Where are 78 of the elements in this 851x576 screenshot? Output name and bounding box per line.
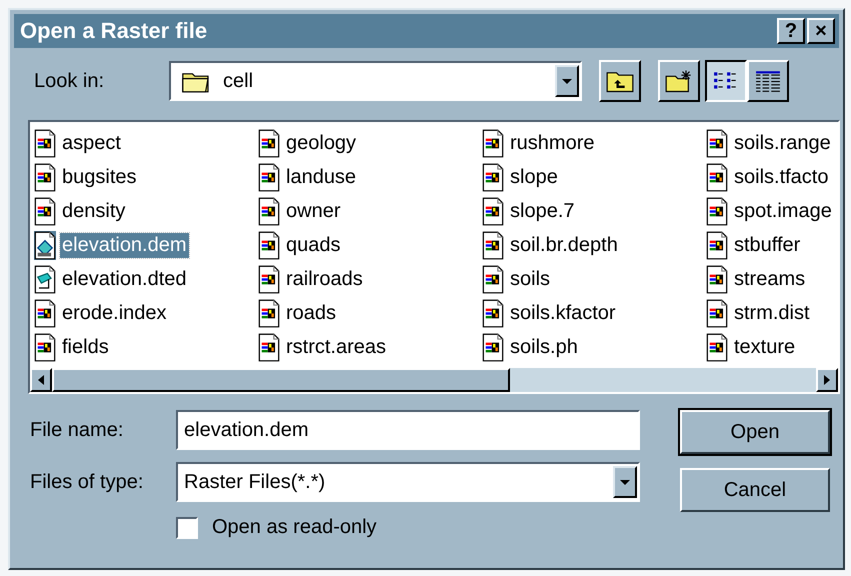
scroll-right-icon[interactable] [816,368,838,392]
image-file-icon [706,264,728,294]
new-folder-icon [665,69,693,93]
image-file-icon [34,298,56,328]
file-item[interactable]: quads [258,228,482,262]
file-item[interactable]: rstrct.areas [258,330,482,364]
file-item[interactable]: bugsites [34,160,258,194]
file-item[interactable]: density [34,194,258,228]
image-file-icon [258,298,280,328]
file-item[interactable]: rushmore [482,126,706,160]
file-item[interactable]: slope.7 [482,194,706,228]
file-item[interactable]: spot.image [706,194,838,228]
file-item[interactable]: soils.kfactor [482,296,706,330]
file-item[interactable]: elevation.dted [34,262,258,296]
details-view-button[interactable] [747,60,789,102]
cancel-button[interactable]: Cancel [680,468,830,512]
file-item[interactable]: geology [258,126,482,160]
file-item[interactable]: aspect [34,126,258,160]
look-in-label: Look in: [34,70,106,92]
list-view-button[interactable] [705,60,747,102]
file-item[interactable]: stbuffer [706,228,838,262]
open-button[interactable]: Open [680,410,830,454]
file-item[interactable]: erode.index [34,296,258,330]
scroll-left-icon[interactable] [30,368,52,392]
file-name-label: File name: [30,418,124,442]
image-file-icon [34,230,56,260]
image-file-icon [258,196,280,226]
file-item[interactable]: roads [258,296,482,330]
image-file-icon [706,332,728,362]
window-title: Open a Raster file [20,18,208,44]
file-item[interactable]: slope [482,160,706,194]
image-file-icon [706,298,728,328]
file-item[interactable]: landuse [258,160,482,194]
read-only-checkbox[interactable] [176,516,198,538]
image-file-icon [258,230,280,260]
image-file-icon [258,332,280,362]
image-file-icon [258,128,280,158]
close-button[interactable]: × [807,18,835,44]
image-file-icon [706,128,728,158]
horizontal-scrollbar[interactable] [30,368,838,392]
image-file-icon [258,264,280,294]
up-folder-button[interactable] [599,60,641,102]
file-type-label: Files of type: [30,470,144,494]
help-button[interactable]: ? [777,18,805,44]
file-item[interactable]: strm.dist [706,296,838,330]
image-file-icon [482,196,504,226]
image-file-icon [34,332,56,362]
file-item[interactable]: streams [706,262,838,296]
image-file-icon [258,162,280,192]
image-file-icon [34,196,56,226]
image-file-icon [706,162,728,192]
file-item[interactable]: soils [482,262,706,296]
file-name-field[interactable]: elevation.dem [176,410,640,450]
image-file-icon [482,298,504,328]
file-item[interactable]: texture [706,330,838,364]
read-only-label: Open as read-only [212,516,377,539]
file-item[interactable]: elevation.dem [34,228,258,262]
file-item[interactable]: soils.tfacto [706,160,838,194]
details-view-icon [755,70,781,92]
new-folder-button[interactable] [658,60,700,102]
image-file-icon [706,230,728,260]
file-item[interactable]: fields [34,330,258,364]
image-file-icon [34,162,56,192]
look-in-dropdown[interactable]: cell [169,61,582,101]
file-item[interactable]: soils.range [706,126,838,160]
image-file-icon [482,128,504,158]
image-file-icon [482,230,504,260]
image-file-icon [482,264,504,294]
file-item[interactable]: railroads [258,262,482,296]
image-file-icon [482,332,504,362]
image-file-icon [482,162,504,192]
scroll-thumb[interactable] [52,368,510,392]
file-type-dropdown[interactable]: Raster Files(*.*) [176,462,640,502]
file-item[interactable]: soil.br.depth [482,228,706,262]
file-item[interactable]: owner [258,194,482,228]
image-file-icon [706,196,728,226]
image-file-icon [34,128,56,158]
file-item[interactable]: soils.ph [482,330,706,364]
